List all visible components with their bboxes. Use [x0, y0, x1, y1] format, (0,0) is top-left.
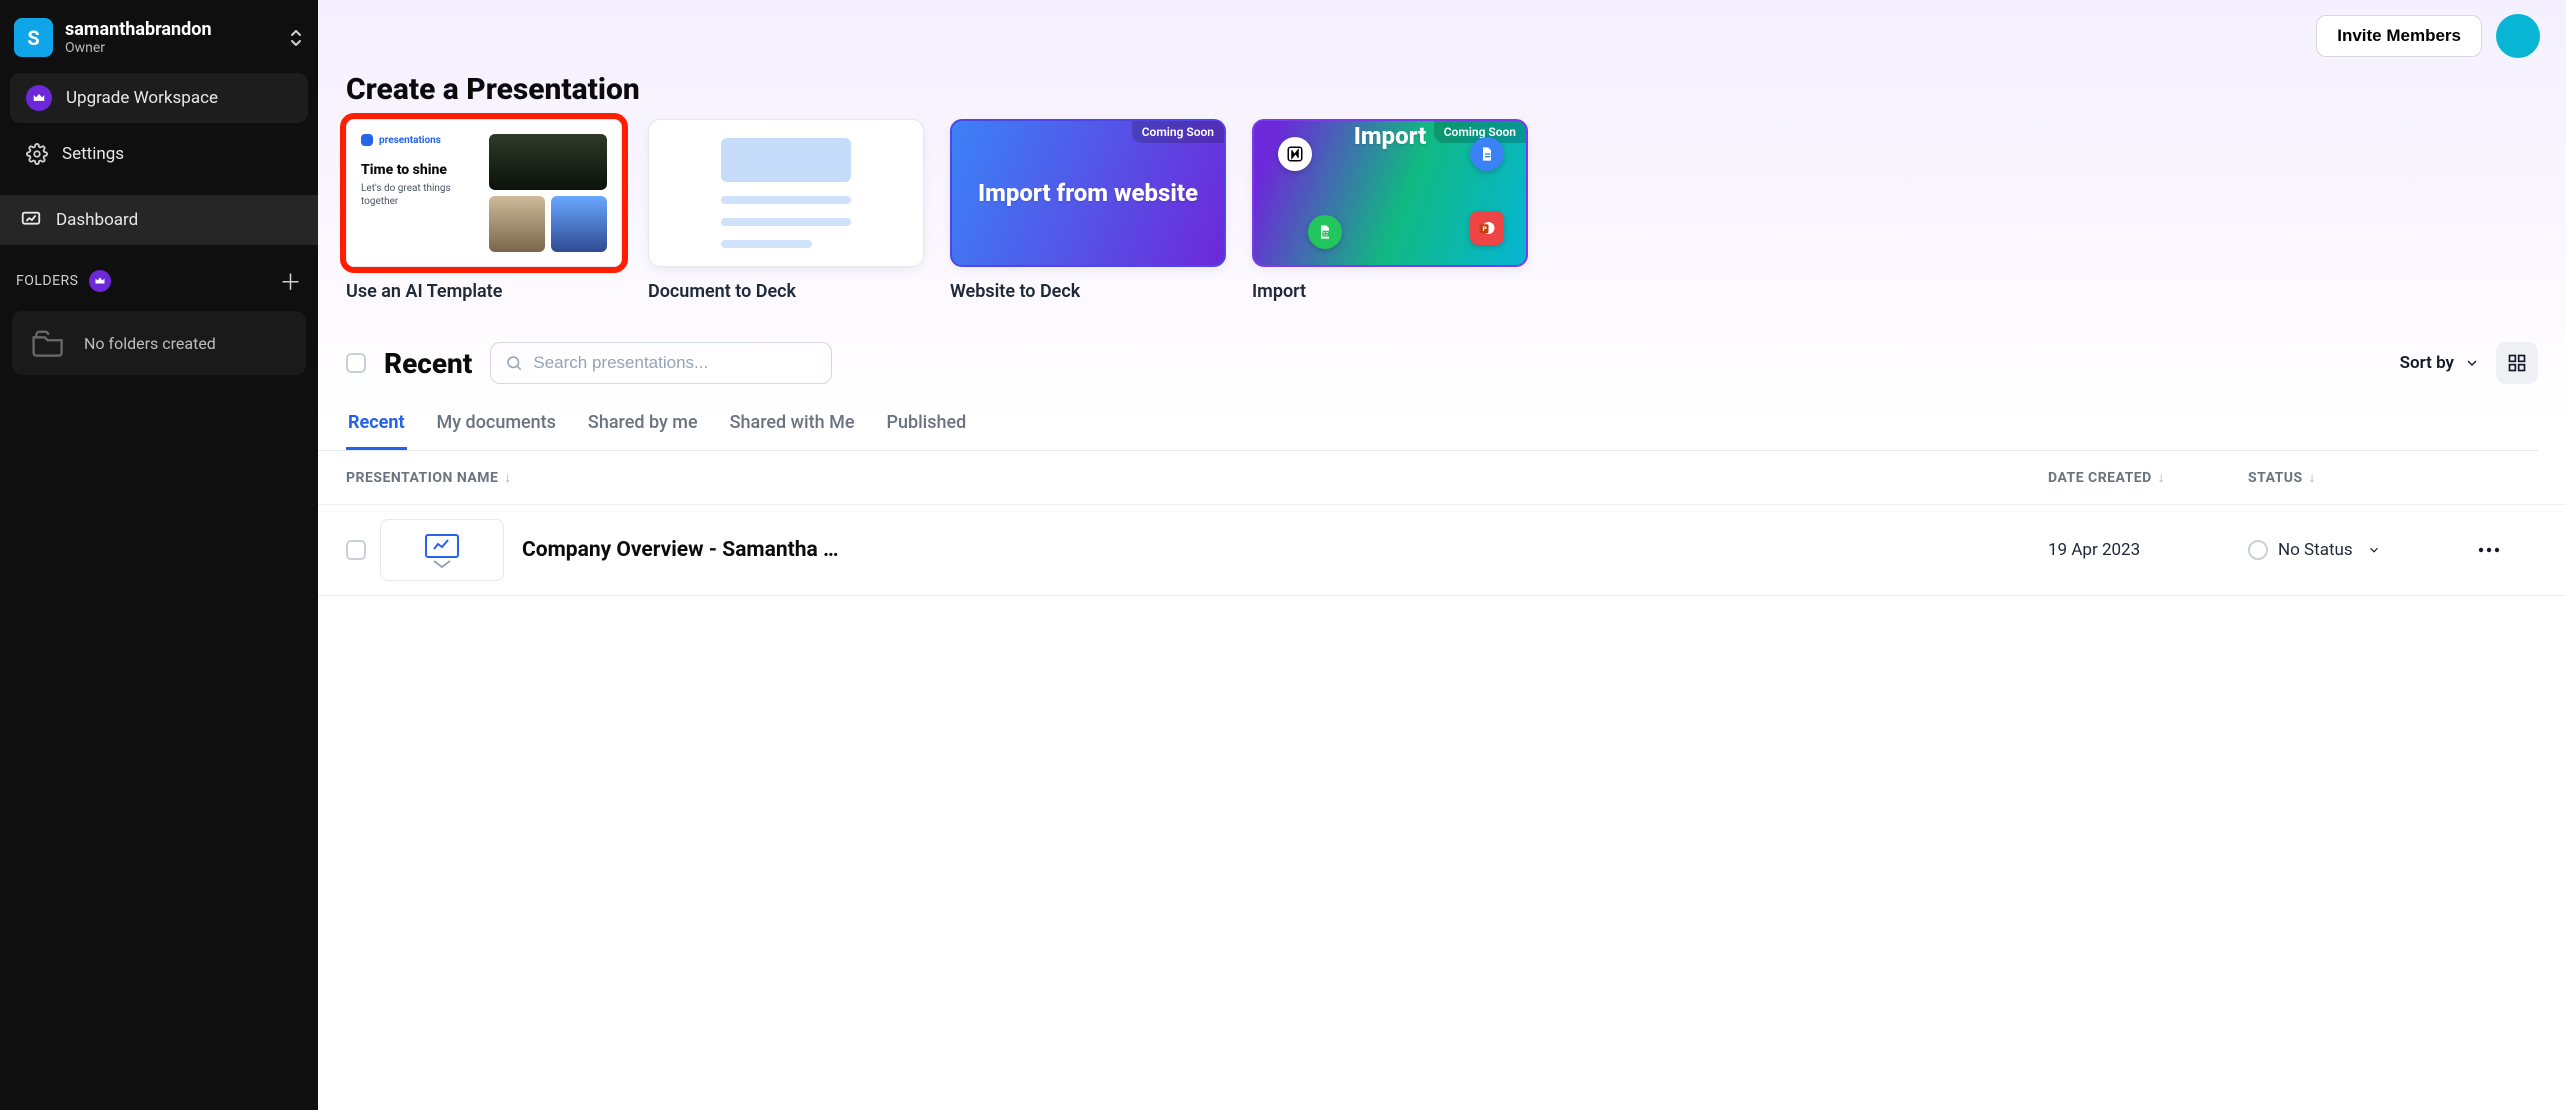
- folders-header: FOLDERS ＋: [0, 245, 318, 305]
- card-caption: Website to Deck: [950, 281, 1226, 302]
- col-header-date[interactable]: DATE CREATED↓: [2048, 469, 2248, 486]
- workspace-switcher[interactable]: S samanthabrandon Owner: [0, 10, 318, 69]
- sidebar-settings-label: Settings: [62, 144, 124, 164]
- search-icon: [505, 354, 523, 372]
- card-hero-text: Import from website: [978, 178, 1198, 208]
- sidebar-dashboard-label: Dashboard: [56, 210, 138, 230]
- recent-title: Recent: [384, 347, 472, 380]
- slide-title: Time to shine: [361, 162, 479, 178]
- card-ai-template[interactable]: presentations Time to shine Let's do gre…: [346, 119, 622, 267]
- recent-bar: Recent Sort by: [318, 320, 2566, 390]
- card-document-to-deck[interactable]: [648, 119, 924, 267]
- sidebar-item-dashboard[interactable]: Dashboard: [0, 195, 318, 245]
- chevron-updown-icon[interactable]: [288, 28, 304, 48]
- chevron-down-icon: [2367, 543, 2381, 557]
- table-row[interactable]: Company Overview - Samantha … 19 Apr 202…: [318, 505, 2566, 596]
- dashboard-icon: [20, 209, 42, 231]
- presentation-date: 19 Apr 2023: [2048, 540, 2248, 560]
- card-caption: Document to Deck: [648, 281, 924, 302]
- card-website-to-deck[interactable]: Coming Soon Import from website: [950, 119, 1226, 267]
- row-actions-button[interactable]: [2478, 547, 2538, 553]
- presentation-thumbnail: [380, 519, 504, 581]
- grid-icon: [2507, 353, 2527, 373]
- status-ring-icon: [2248, 540, 2268, 560]
- tabs: Recent My documents Shared by me Shared …: [318, 390, 2538, 451]
- sidebar-upgrade-label: Upgrade Workspace: [66, 88, 218, 108]
- chevron-down-icon: [2464, 355, 2480, 371]
- user-avatar[interactable]: [2496, 14, 2540, 58]
- status-label: No Status: [2278, 540, 2353, 560]
- table-header: PRESENTATION NAME↓ DATE CREATED↓ STATUS↓: [318, 451, 2566, 505]
- powerpoint-icon: P: [1470, 211, 1504, 245]
- folders-empty-label: No folders created: [84, 334, 216, 353]
- invite-members-button[interactable]: Invite Members: [2316, 15, 2482, 57]
- sort-by-button[interactable]: Sort by: [2400, 353, 2480, 373]
- workspace-name: samanthabrandon: [65, 19, 212, 40]
- brand-badge: presentations: [361, 134, 479, 146]
- card-hero-text: Import: [1254, 121, 1526, 151]
- crown-icon: [26, 85, 52, 111]
- crown-icon: [89, 270, 111, 292]
- sort-arrow-icon: ↓: [504, 470, 512, 486]
- sort-arrow-icon: ↓: [2158, 470, 2166, 486]
- workspace-avatar: S: [14, 18, 53, 57]
- tab-shared-with-me[interactable]: Shared with Me: [728, 412, 857, 450]
- view-toggle-button[interactable]: [2496, 342, 2538, 384]
- col-header-status[interactable]: STATUS↓: [2248, 469, 2478, 486]
- sidebar-item-upgrade[interactable]: Upgrade Workspace: [10, 73, 308, 123]
- presentation-status[interactable]: No Status: [2248, 540, 2478, 560]
- sidebar-item-settings[interactable]: Settings: [10, 131, 308, 177]
- workspace-role: Owner: [65, 40, 212, 56]
- add-folder-button[interactable]: ＋: [279, 265, 302, 297]
- create-cards: presentations Time to shine Let's do gre…: [346, 119, 2538, 302]
- create-title: Create a Presentation: [346, 72, 2538, 119]
- sidebar: S samanthabrandon Owner Upgrade Workspac…: [0, 0, 318, 1110]
- more-icon: [2478, 547, 2500, 553]
- sort-label: Sort by: [2400, 353, 2454, 373]
- svg-text:P: P: [1483, 225, 1488, 233]
- presentation-name: Company Overview - Samantha …: [522, 538, 839, 562]
- folders-label: FOLDERS: [16, 273, 79, 289]
- gear-icon: [26, 143, 48, 165]
- tab-published[interactable]: Published: [884, 412, 968, 450]
- sort-arrow-icon: ↓: [2309, 470, 2317, 486]
- card-import[interactable]: Coming Soon P Import: [1252, 119, 1528, 267]
- slide-subtitle: Let's do great things together: [361, 182, 479, 208]
- google-sheet-icon: [1308, 215, 1342, 249]
- card-caption: Import: [1252, 281, 1528, 302]
- template-thumbnails: [489, 134, 607, 252]
- search-input[interactable]: [533, 353, 817, 373]
- tab-recent[interactable]: Recent: [346, 412, 407, 450]
- search-box[interactable]: [490, 342, 832, 384]
- folders-empty: No folders created: [12, 311, 306, 375]
- folder-icon: [32, 329, 66, 357]
- document-skeleton-icon: [721, 138, 851, 248]
- tab-shared-by-me[interactable]: Shared by me: [586, 412, 700, 450]
- tab-my-documents[interactable]: My documents: [435, 412, 558, 450]
- coming-soon-badge: Coming Soon: [1132, 121, 1224, 143]
- topbar: Invite Members: [318, 0, 2566, 72]
- select-all-checkbox[interactable]: [346, 353, 366, 373]
- main: Invite Members Create a Presentation pre…: [318, 0, 2566, 1110]
- card-caption: Use an AI Template: [346, 281, 622, 302]
- col-header-name[interactable]: PRESENTATION NAME↓: [346, 469, 2048, 486]
- row-checkbox[interactable]: [346, 540, 366, 560]
